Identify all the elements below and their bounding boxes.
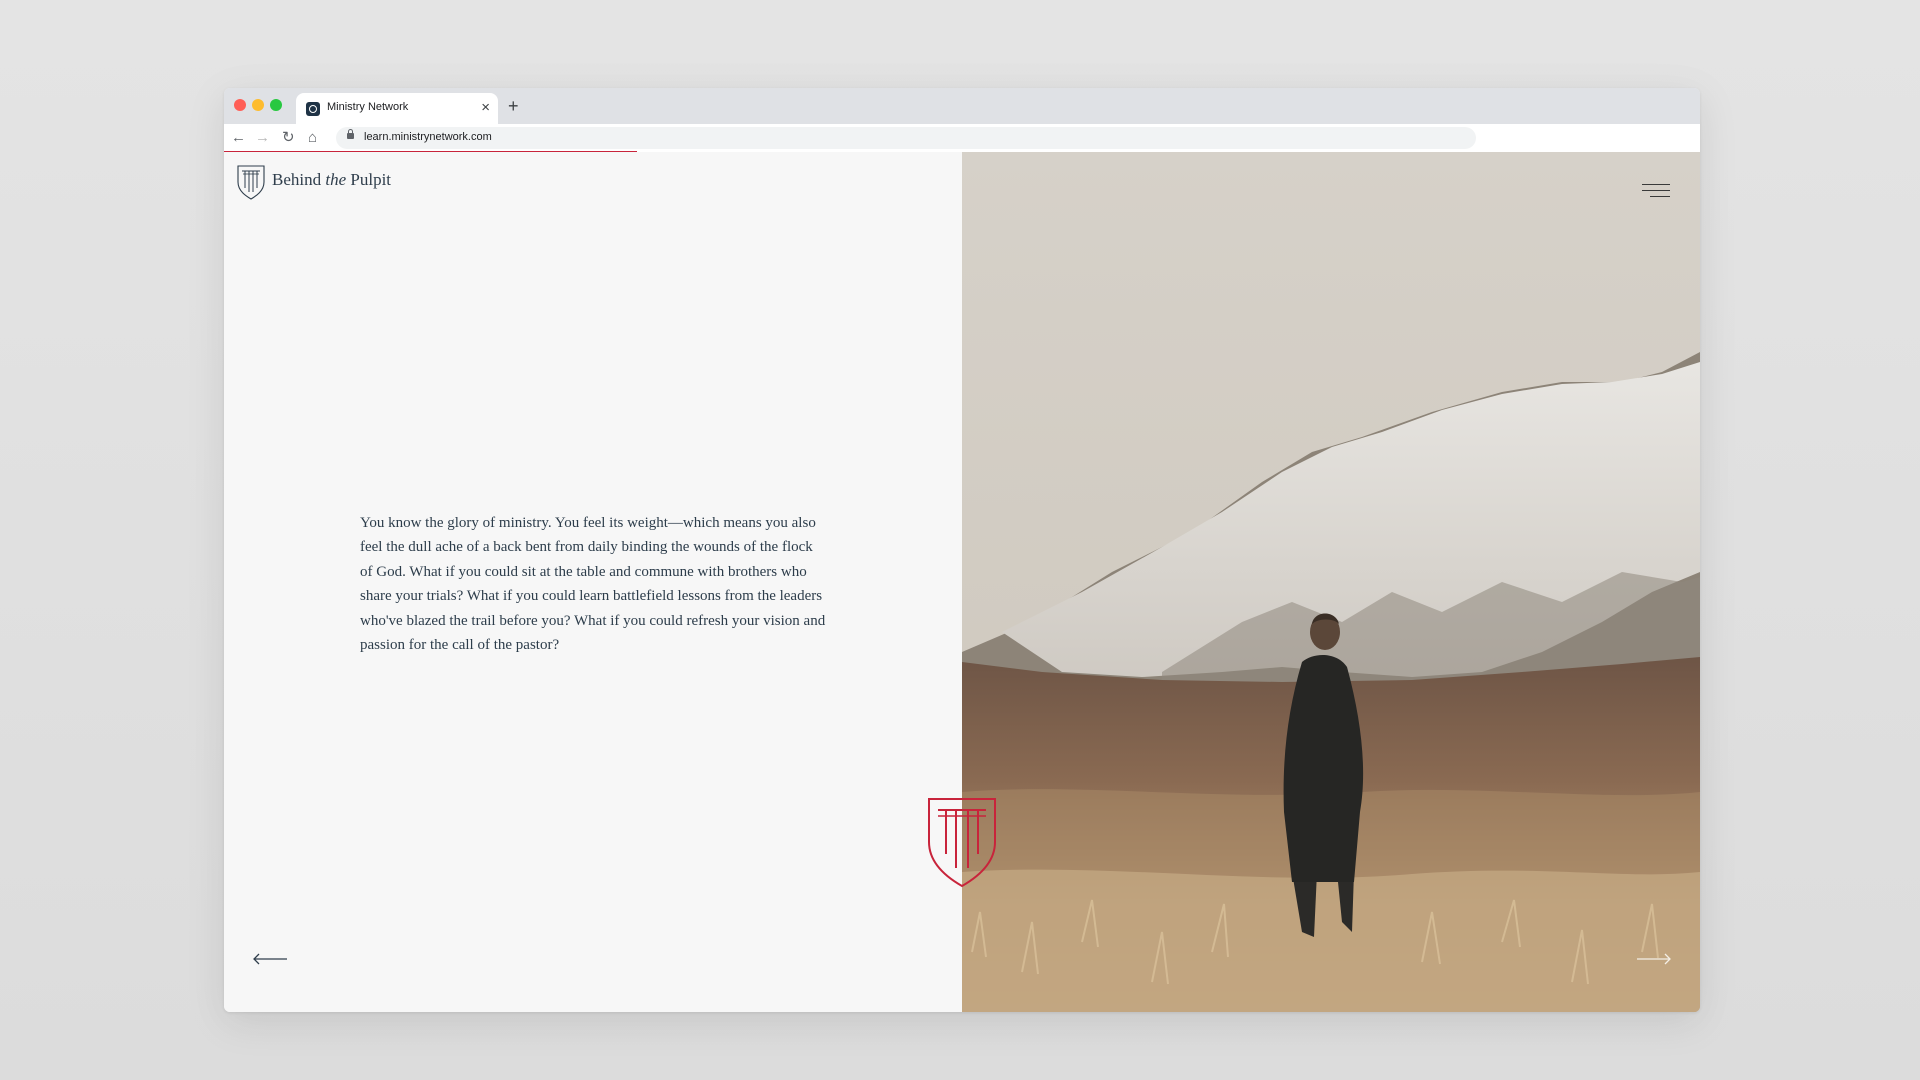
pulpit-shield-icon xyxy=(928,798,996,888)
browser-titlebar: Ministry Network × + xyxy=(224,88,1700,124)
url-text: learn.ministrynetwork.com xyxy=(364,131,492,143)
reload-icon[interactable]: ↻ xyxy=(282,128,295,148)
site-logo-text[interactable]: Behind the Pulpit xyxy=(272,170,391,190)
back-icon[interactable]: ← xyxy=(231,128,246,148)
lock-icon xyxy=(347,129,354,139)
browser-window: Ministry Network × + ← → ↻ ⌂ learn.minis… xyxy=(224,88,1700,1012)
intro-paragraph: You know the glory of ministry. You feel… xyxy=(360,515,826,654)
logo-text-pre: Behind xyxy=(272,170,326,189)
forward-icon[interactable]: → xyxy=(255,128,270,148)
page-content: Behind the Pulpit You know the glory of … xyxy=(224,152,1700,1012)
maximize-window-button[interactable] xyxy=(270,99,282,111)
close-window-button[interactable] xyxy=(234,99,246,111)
logo-text-italic: the xyxy=(325,170,347,189)
arrow-right-icon[interactable] xyxy=(1636,952,1672,966)
text-panel: Behind the Pulpit You know the glory of … xyxy=(224,152,962,1012)
browser-tab[interactable]: Ministry Network × xyxy=(296,93,498,124)
tab-title: Ministry Network xyxy=(327,101,409,113)
hero-image-panel xyxy=(962,152,1700,1012)
arrow-left-icon[interactable] xyxy=(252,952,288,966)
menu-line-icon xyxy=(1642,190,1670,191)
home-icon[interactable]: ⌂ xyxy=(308,128,317,148)
new-tab-button[interactable]: + xyxy=(508,94,519,118)
shield-logo-icon xyxy=(237,165,265,200)
minimize-window-button[interactable] xyxy=(252,99,264,111)
menu-line-icon xyxy=(1650,196,1670,197)
menu-line-icon xyxy=(1642,184,1670,185)
mountain-landscape-photo xyxy=(962,152,1700,1012)
tab-close-icon[interactable]: × xyxy=(481,98,490,118)
hamburger-menu-button[interactable] xyxy=(1642,182,1670,200)
browser-toolbar: ← → ↻ ⌂ learn.ministrynetwork.com xyxy=(224,124,1700,153)
address-bar[interactable]: learn.ministrynetwork.com xyxy=(336,127,1476,149)
site-logo[interactable] xyxy=(236,164,266,205)
logo-text-post: Pulpit xyxy=(346,170,392,189)
favicon-icon xyxy=(306,102,320,116)
